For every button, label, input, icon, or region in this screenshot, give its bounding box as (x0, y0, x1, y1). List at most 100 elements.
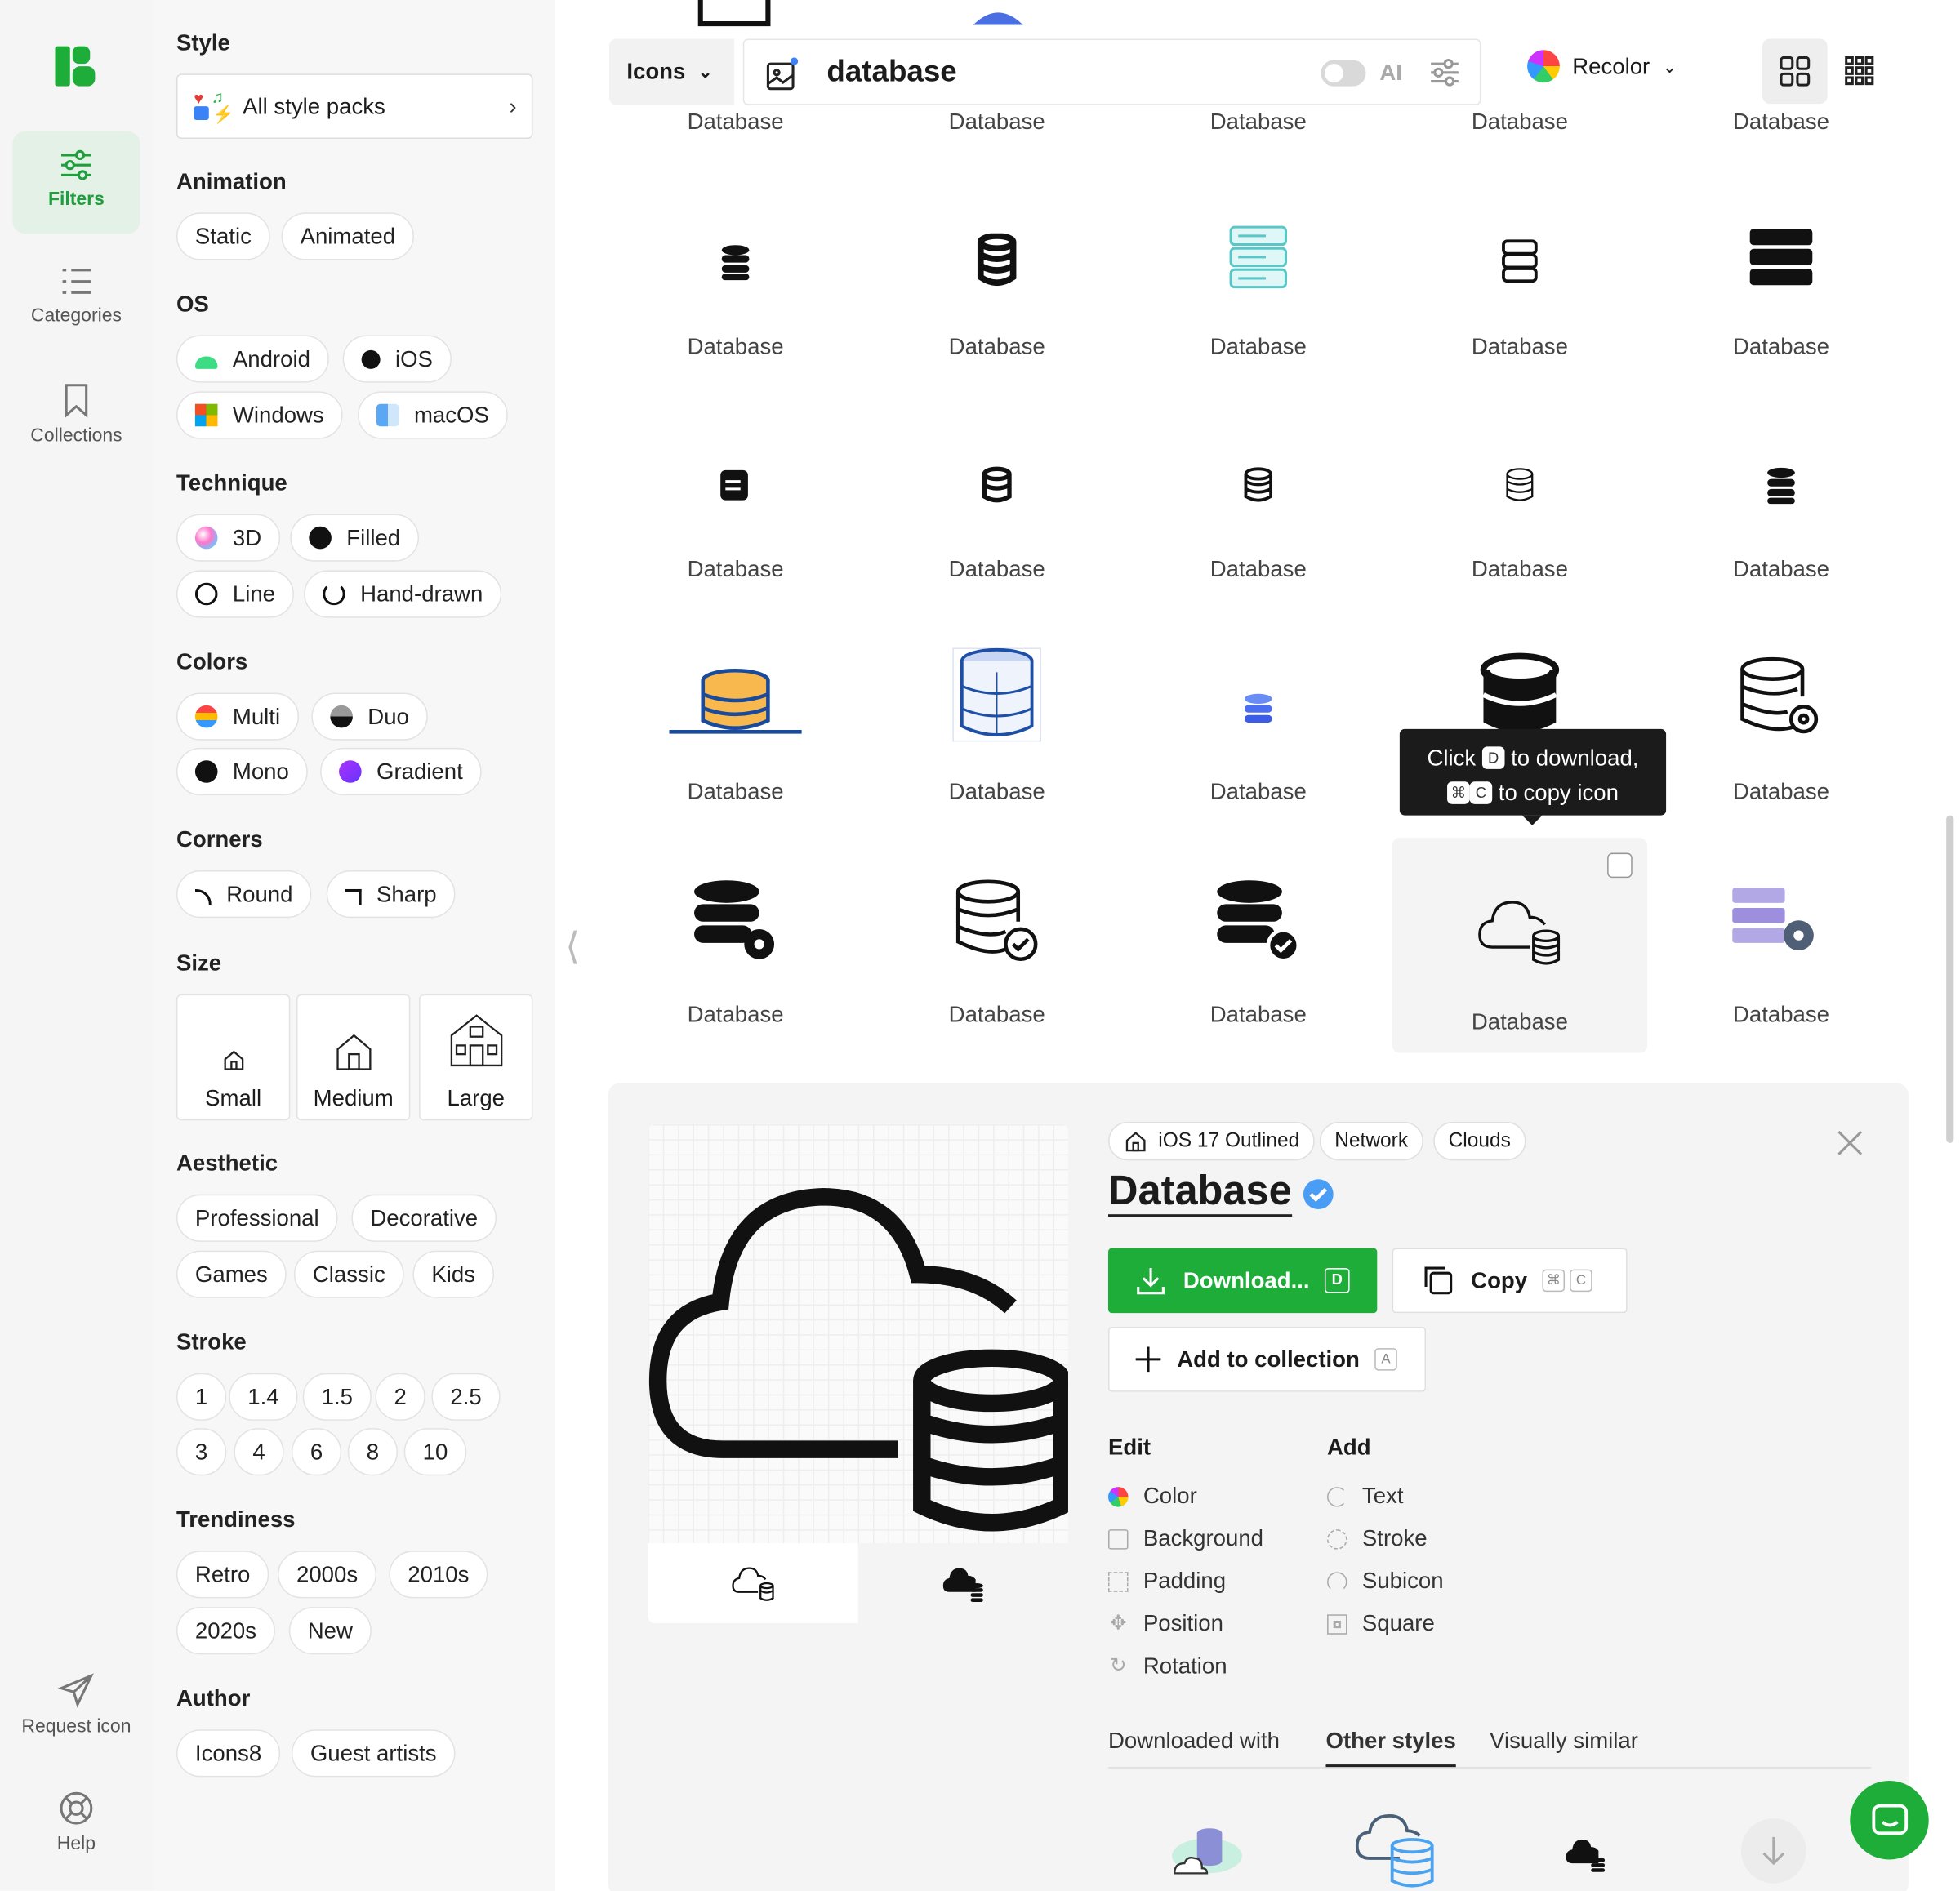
result-icon[interactable]: Database (869, 607, 1124, 822)
chip-new[interactable]: New (288, 1607, 372, 1655)
result-icon[interactable]: Database (1131, 0, 1386, 153)
scrollbar[interactable] (1946, 815, 1954, 1143)
close-icon[interactable] (1836, 1129, 1864, 1157)
chip-line[interactable]: Line (176, 570, 294, 618)
add-subicon[interactable]: Subicon (1327, 1568, 1444, 1595)
chip-2020s[interactable]: 2020s (176, 1607, 276, 1655)
chip-windows[interactable]: Windows (176, 391, 343, 439)
chip-retro[interactable]: Retro (176, 1551, 270, 1599)
scroll-down-button[interactable] (1740, 1818, 1806, 1884)
edit-rotation[interactable]: ↻ Rotation (1108, 1653, 1227, 1680)
collapse-panel-handle[interactable]: ⟨ (565, 925, 580, 969)
chip-stroke-3[interactable]: 3 (176, 1428, 227, 1476)
size-large[interactable]: Large (419, 994, 533, 1121)
tag-network[interactable]: Network (1319, 1121, 1423, 1161)
result-icon[interactable]: Database (608, 830, 862, 1045)
tag-clouds[interactable]: Clouds (1433, 1121, 1526, 1161)
result-icon[interactable]: Database (1131, 162, 1386, 377)
result-icon[interactable]: Database (869, 385, 1124, 600)
result-icon[interactable]: Database (1131, 830, 1386, 1045)
rail-collections[interactable]: Collections (12, 365, 140, 468)
add-text[interactable]: Text (1327, 1483, 1403, 1509)
result-icon[interactable]: Database (1654, 607, 1909, 822)
chip-stroke-1-5[interactable]: 1.5 (302, 1373, 372, 1421)
chip-stroke-1[interactable]: 1 (176, 1373, 227, 1421)
chip-stroke-8[interactable]: 8 (347, 1428, 399, 1476)
chip-games[interactable]: Games (176, 1250, 287, 1298)
result-icon[interactable]: Database (869, 0, 1124, 153)
chip-classic[interactable]: Classic (293, 1250, 404, 1298)
chip-guest-artists[interactable]: Guest artists (291, 1729, 456, 1778)
chip-kids[interactable]: Kids (412, 1250, 495, 1298)
result-icon[interactable]: Database (1654, 385, 1909, 600)
style-pack-select[interactable]: ♥ ♫ ⚡ All style packs › (176, 73, 533, 140)
chip-hand-drawn[interactable]: Hand-drawn (304, 570, 502, 618)
result-icon[interactable]: Database (608, 385, 862, 600)
chip-animated[interactable]: Animated (281, 212, 415, 260)
result-icon[interactable]: Database (1654, 162, 1909, 377)
variant-outline[interactable] (648, 1542, 858, 1624)
result-icon[interactable]: Database (1131, 607, 1386, 822)
chip-stroke-1-4[interactable]: 1.4 (229, 1373, 298, 1421)
support-chat-button[interactable] (1850, 1780, 1929, 1860)
result-icon[interactable]: Database (1392, 0, 1647, 153)
chip-sharp[interactable]: Sharp (326, 870, 456, 919)
chip-stroke-6[interactable]: 6 (291, 1428, 342, 1476)
cloud-database-color-icon[interactable] (1169, 1818, 1245, 1881)
chip-2000s[interactable]: 2000s (278, 1551, 377, 1599)
size-small[interactable]: Small (176, 994, 291, 1121)
result-icon[interactable]: Database (1392, 385, 1647, 600)
cloud-database-filled-icon[interactable] (1564, 1835, 1606, 1873)
chip-macos[interactable]: macOS (358, 391, 508, 439)
rail-help[interactable]: Help (12, 1773, 140, 1876)
chip-decorative[interactable]: Decorative (351, 1194, 497, 1242)
chip-multi[interactable]: Multi (176, 692, 300, 741)
rail-filters[interactable]: Filters (12, 131, 140, 234)
chip-icons8[interactable]: Icons8 (176, 1729, 281, 1778)
chip-professional[interactable]: Professional (176, 1194, 338, 1242)
chip-3d[interactable]: 3D (176, 514, 281, 562)
result-icon[interactable]: Database (1654, 830, 1909, 1045)
rail-request-icon[interactable]: Request icon (12, 1656, 140, 1759)
copy-button[interactable]: Copy ⌘ C (1392, 1248, 1628, 1314)
tab-other-styles[interactable]: Other styles (1325, 1729, 1456, 1768)
result-icon[interactable]: Database (608, 607, 862, 822)
icons8-logo[interactable] (55, 44, 97, 87)
result-icon[interactable]: Database (869, 830, 1124, 1045)
chip-stroke-2-5[interactable]: 2.5 (431, 1373, 501, 1421)
result-icon[interactable]: Database (1392, 162, 1647, 377)
edit-position[interactable]: ✥ Position (1108, 1611, 1223, 1637)
add-to-collection-button[interactable]: Add to collection A (1107, 1327, 1427, 1392)
add-square[interactable]: Square (1327, 1611, 1435, 1637)
edit-color[interactable]: Color (1107, 1483, 1197, 1509)
size-medium[interactable]: Medium (296, 994, 411, 1121)
chip-stroke-2[interactable]: 2 (375, 1373, 425, 1421)
chip-ios[interactable]: iOS (342, 335, 452, 383)
chip-duo[interactable]: Duo (311, 692, 428, 741)
chip-static[interactable]: Static (176, 212, 270, 260)
chip-stroke-4[interactable]: 4 (234, 1428, 284, 1476)
chip-2010s[interactable]: 2010s (389, 1551, 488, 1599)
rail-categories[interactable]: Categories (12, 247, 140, 350)
chip-filled[interactable]: Filled (290, 514, 420, 562)
tab-visually-similar[interactable]: Visually similar (1490, 1729, 1638, 1764)
cloud-database-blue-icon[interactable] (1355, 1813, 1437, 1889)
chip-gradient[interactable]: Gradient (320, 747, 482, 796)
add-stroke[interactable]: Stroke (1327, 1526, 1428, 1552)
chip-mono[interactable]: Mono (176, 747, 308, 796)
chip-stroke-10[interactable]: 10 (403, 1428, 467, 1476)
select-checkbox[interactable] (1607, 852, 1633, 879)
result-icon[interactable]: Database (1654, 0, 1909, 153)
result-icon[interactable]: Database (608, 0, 862, 153)
chip-round[interactable]: Round (176, 870, 312, 919)
result-icon[interactable]: Database (608, 162, 862, 377)
download-button[interactable]: Download... D (1107, 1248, 1378, 1314)
result-icon[interactable]: Database (1131, 385, 1386, 600)
tag-ios17-outlined[interactable]: iOS 17 Outlined (1107, 1121, 1315, 1161)
result-icon[interactable]: Database (869, 162, 1124, 377)
result-icon-selected[interactable]: Database (1392, 838, 1648, 1053)
edit-background[interactable]: Background (1107, 1526, 1263, 1552)
edit-padding[interactable]: Padding (1107, 1568, 1226, 1595)
tab-downloaded-with[interactable]: Downloaded with (1108, 1729, 1280, 1764)
variant-filled[interactable] (858, 1542, 1068, 1624)
